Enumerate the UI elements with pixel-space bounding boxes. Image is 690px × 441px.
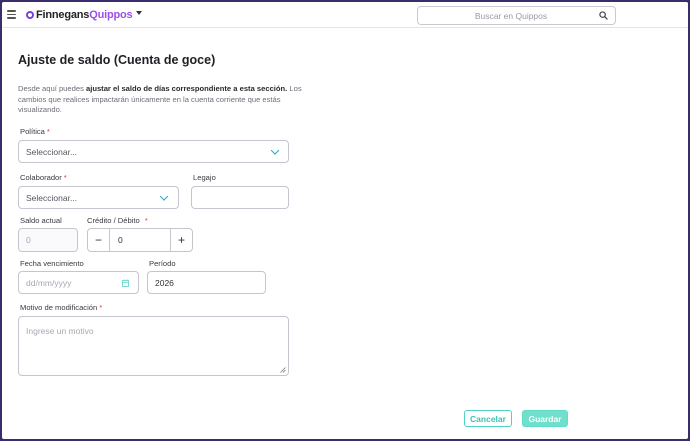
save-button[interactable]: Guardar (522, 410, 568, 427)
required-mark: * (63, 173, 67, 182)
legajo-field[interactable] (191, 186, 289, 209)
logo-text-quippos: Quippos (89, 9, 133, 21)
logo-mark-icon (26, 11, 34, 19)
fecha-vencimiento-label: Fecha vencimiento (20, 259, 84, 268)
search-box[interactable] (417, 6, 616, 25)
menu-icon[interactable] (7, 10, 16, 19)
top-bar: Finnegans Quippos (2, 2, 688, 28)
fecha-vencimiento-placeholder: dd/mm/yyyy (26, 277, 72, 288)
required-mark: * (46, 127, 50, 136)
page-title: Ajuste de saldo (Cuenta de goce) (18, 53, 216, 67)
credito-debito-value[interactable]: 0 (118, 235, 123, 245)
required-mark: * (99, 303, 103, 312)
colaborador-label: Colaborador * (20, 173, 67, 182)
motivo-textarea[interactable]: Ingrese un motivo (18, 316, 289, 376)
required-mark: * (144, 216, 148, 225)
description-bold-text: ajustar el saldo de días correspondiente… (85, 84, 288, 93)
politica-select-value: Seleccionar... (26, 146, 78, 157)
saldo-actual-value: 0 (26, 235, 31, 245)
politica-label: Política * (20, 127, 50, 136)
saldo-actual-field: 0 (18, 228, 78, 252)
legajo-label: Legajo (193, 173, 216, 182)
increment-button[interactable]: + (170, 229, 192, 251)
credito-debito-label-text: Crédito / Débito (87, 216, 140, 225)
credito-debito-stepper: − 0 + (87, 228, 193, 252)
chevron-down-icon (159, 191, 169, 201)
motivo-label-text: Motivo de modificación (20, 303, 98, 312)
logo[interactable]: Finnegans Quippos (26, 8, 133, 22)
search-input[interactable] (426, 9, 596, 23)
fecha-vencimiento-field[interactable]: dd/mm/yyyy (18, 271, 139, 294)
description-text: Desde aquí puedes (18, 84, 86, 93)
logo-text-finnegans: Finnegans (36, 9, 90, 21)
cancel-button[interactable]: Cancelar (464, 410, 512, 427)
app-window: Finnegans Quippos Ajuste de saldo (Cuent… (2, 2, 688, 439)
company-dropdown-caret-icon[interactable] (136, 11, 142, 15)
politica-select[interactable]: Seleccionar... (18, 140, 289, 163)
colaborador-select-value: Seleccionar... (26, 192, 78, 203)
colaborador-select[interactable]: Seleccionar... (18, 186, 179, 209)
calendar-icon[interactable] (122, 279, 129, 287)
motivo-placeholder: Ingrese un motivo (26, 326, 94, 336)
colaborador-label-text: Colaborador (20, 173, 62, 182)
motivo-label: Motivo de modificación * (20, 303, 102, 312)
saldo-actual-label: Saldo actual (20, 216, 62, 225)
page-description: Desde aquí puedes ajustar el saldo de dí… (18, 84, 308, 116)
credito-debito-label: Crédito / Débito * (87, 216, 148, 225)
decrement-button[interactable]: − (88, 229, 110, 251)
politica-label-text: Política (20, 127, 45, 136)
periodo-value: 2026 (155, 277, 174, 288)
search-icon[interactable] (599, 11, 608, 20)
resize-handle-icon[interactable] (280, 367, 286, 373)
periodo-label: Período (149, 259, 176, 268)
chevron-down-icon (270, 145, 280, 155)
periodo-field[interactable]: 2026 (147, 271, 266, 294)
